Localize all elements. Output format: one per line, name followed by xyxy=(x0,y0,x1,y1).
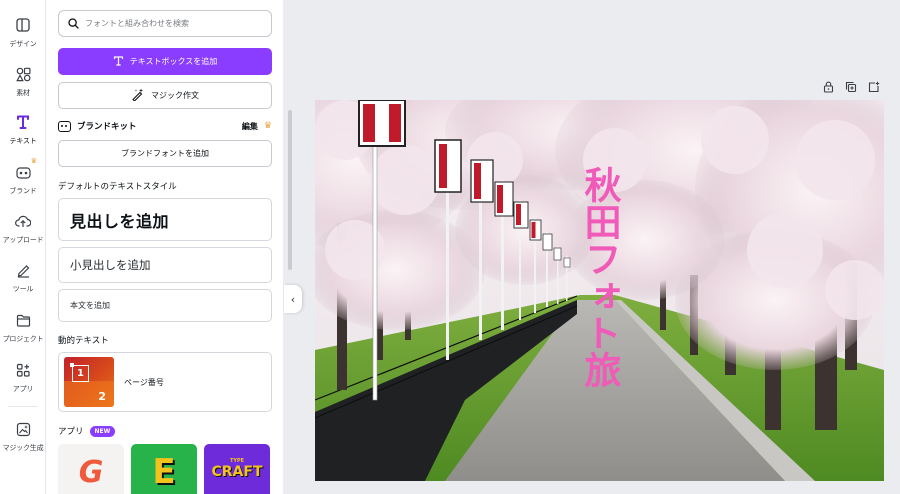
heading-sample: 見出しを追加 xyxy=(70,211,170,231)
rail-item-tools[interactable]: ツール xyxy=(0,259,46,301)
magic-wand-icon xyxy=(131,88,145,103)
rail-label: プロジェクト xyxy=(2,335,44,343)
rail-label: ツール xyxy=(12,285,34,293)
chevron-left-icon: ‹ xyxy=(290,292,296,306)
text-panel: テキストボックスを追加 マジック作文 ブランドキット 編集 ♛ ブランドフォント… xyxy=(46,0,283,494)
rail-item-projects[interactable]: プロジェクト xyxy=(0,309,46,351)
crown-icon: ♛ xyxy=(263,121,272,131)
rail-item-upload[interactable]: アップロード xyxy=(0,210,46,252)
rail-item-apps[interactable]: アプリ xyxy=(0,359,46,401)
rail-divider xyxy=(8,406,38,407)
apps-icon xyxy=(12,359,34,381)
app-tile-e[interactable]: E xyxy=(131,444,197,494)
canvas-toolbar xyxy=(821,80,881,94)
e-logo: E xyxy=(152,452,176,492)
magic-write-label: マジック作文 xyxy=(151,91,199,100)
app-tile-gradient-g[interactable]: G xyxy=(58,444,124,494)
apps-header: アプリ NEW xyxy=(58,425,116,437)
rail-label: アップロード xyxy=(2,236,44,244)
elements-icon xyxy=(12,63,34,85)
brand-kit-edit-link[interactable]: 編集 xyxy=(242,121,258,132)
rail-item-brand[interactable]: ♛ ブランド xyxy=(0,157,46,203)
add-textbox-button[interactable]: テキストボックスを追加 xyxy=(58,48,272,75)
search-icon xyxy=(68,14,79,33)
add-textbox-label: テキストボックスを追加 xyxy=(129,57,218,66)
add-subheading-card[interactable]: 小見出しを追加 xyxy=(58,247,272,283)
craft-logo: CRAFT xyxy=(211,464,263,480)
page-number-second: 2 xyxy=(98,390,106,403)
folder-icon xyxy=(12,309,34,331)
apps-label: アプリ xyxy=(58,427,84,437)
duplicate-page-icon[interactable] xyxy=(844,80,858,94)
add-body-card[interactable]: 本文を追加 xyxy=(58,289,272,322)
lock-icon[interactable] xyxy=(821,80,835,94)
rail-item-text[interactable]: テキスト xyxy=(0,111,46,153)
brand-icon: ♛ xyxy=(12,157,37,183)
add-heading-card[interactable]: 見出しを追加 xyxy=(58,198,272,241)
add-brand-font-label: ブランドフォントを追加 xyxy=(121,149,209,158)
rail-item-elements[interactable]: 素材 xyxy=(0,63,46,105)
rail-label: デザイン xyxy=(9,40,37,48)
brand-kit-icon xyxy=(58,120,71,132)
page-number-card[interactable]: 1 2 ページ番号 xyxy=(58,352,272,412)
app-tile-craft[interactable]: TYPE CRAFT xyxy=(204,444,270,494)
dynamic-text-label: 動的テキスト xyxy=(58,336,109,346)
default-styles-label: デフォルトのテキストスタイル xyxy=(58,182,177,192)
rail-item-magic-media[interactable]: マジック生成 xyxy=(0,418,46,460)
rail-label: ブランド xyxy=(9,187,37,195)
upload-icon xyxy=(12,210,34,232)
gradient-g-logo: G xyxy=(78,454,104,490)
rail-label: マジック生成 xyxy=(2,444,44,452)
page-number-first: 1 xyxy=(70,363,89,382)
panel-scrollbar-thumb[interactable] xyxy=(288,110,292,270)
rail-item-design[interactable]: デザイン xyxy=(0,14,46,56)
canvas-overlay-title[interactable]: 秋田フォト旅 xyxy=(578,166,621,388)
search-input[interactable] xyxy=(85,19,265,28)
layout-icon xyxy=(12,14,34,36)
left-rail: デザイン 素材 テキスト ♛ ブランド アップロード ツール プロジェクト アプ… xyxy=(0,0,46,494)
brand-kit-title: ブランドキット xyxy=(77,122,137,132)
subheading-sample: 小見出しを追加 xyxy=(70,258,151,272)
collapse-panel-button[interactable]: ‹ xyxy=(284,285,302,313)
add-page-icon[interactable] xyxy=(867,80,881,94)
text-t-icon xyxy=(113,55,124,68)
body-sample: 本文を追加 xyxy=(70,301,110,310)
page-number-thumbnail: 1 2 xyxy=(64,357,114,407)
text-icon xyxy=(12,111,34,133)
magic-media-icon xyxy=(12,418,34,440)
draw-icon xyxy=(12,259,34,281)
rail-label: 素材 xyxy=(16,89,30,97)
search-box[interactable] xyxy=(58,10,272,37)
page-number-label: ページ番号 xyxy=(124,377,164,387)
crown-icon: ♛ xyxy=(30,157,37,165)
design-canvas[interactable]: 秋田フォト旅 xyxy=(315,100,884,481)
brand-kit-row: ブランドキット 編集 ♛ xyxy=(58,118,272,134)
new-badge: NEW xyxy=(89,425,116,437)
add-brand-font-button[interactable]: ブランドフォントを追加 xyxy=(58,140,272,167)
rail-label: テキスト xyxy=(9,137,37,145)
magic-write-button[interactable]: マジック作文 xyxy=(58,82,272,109)
rail-label: アプリ xyxy=(12,385,34,393)
